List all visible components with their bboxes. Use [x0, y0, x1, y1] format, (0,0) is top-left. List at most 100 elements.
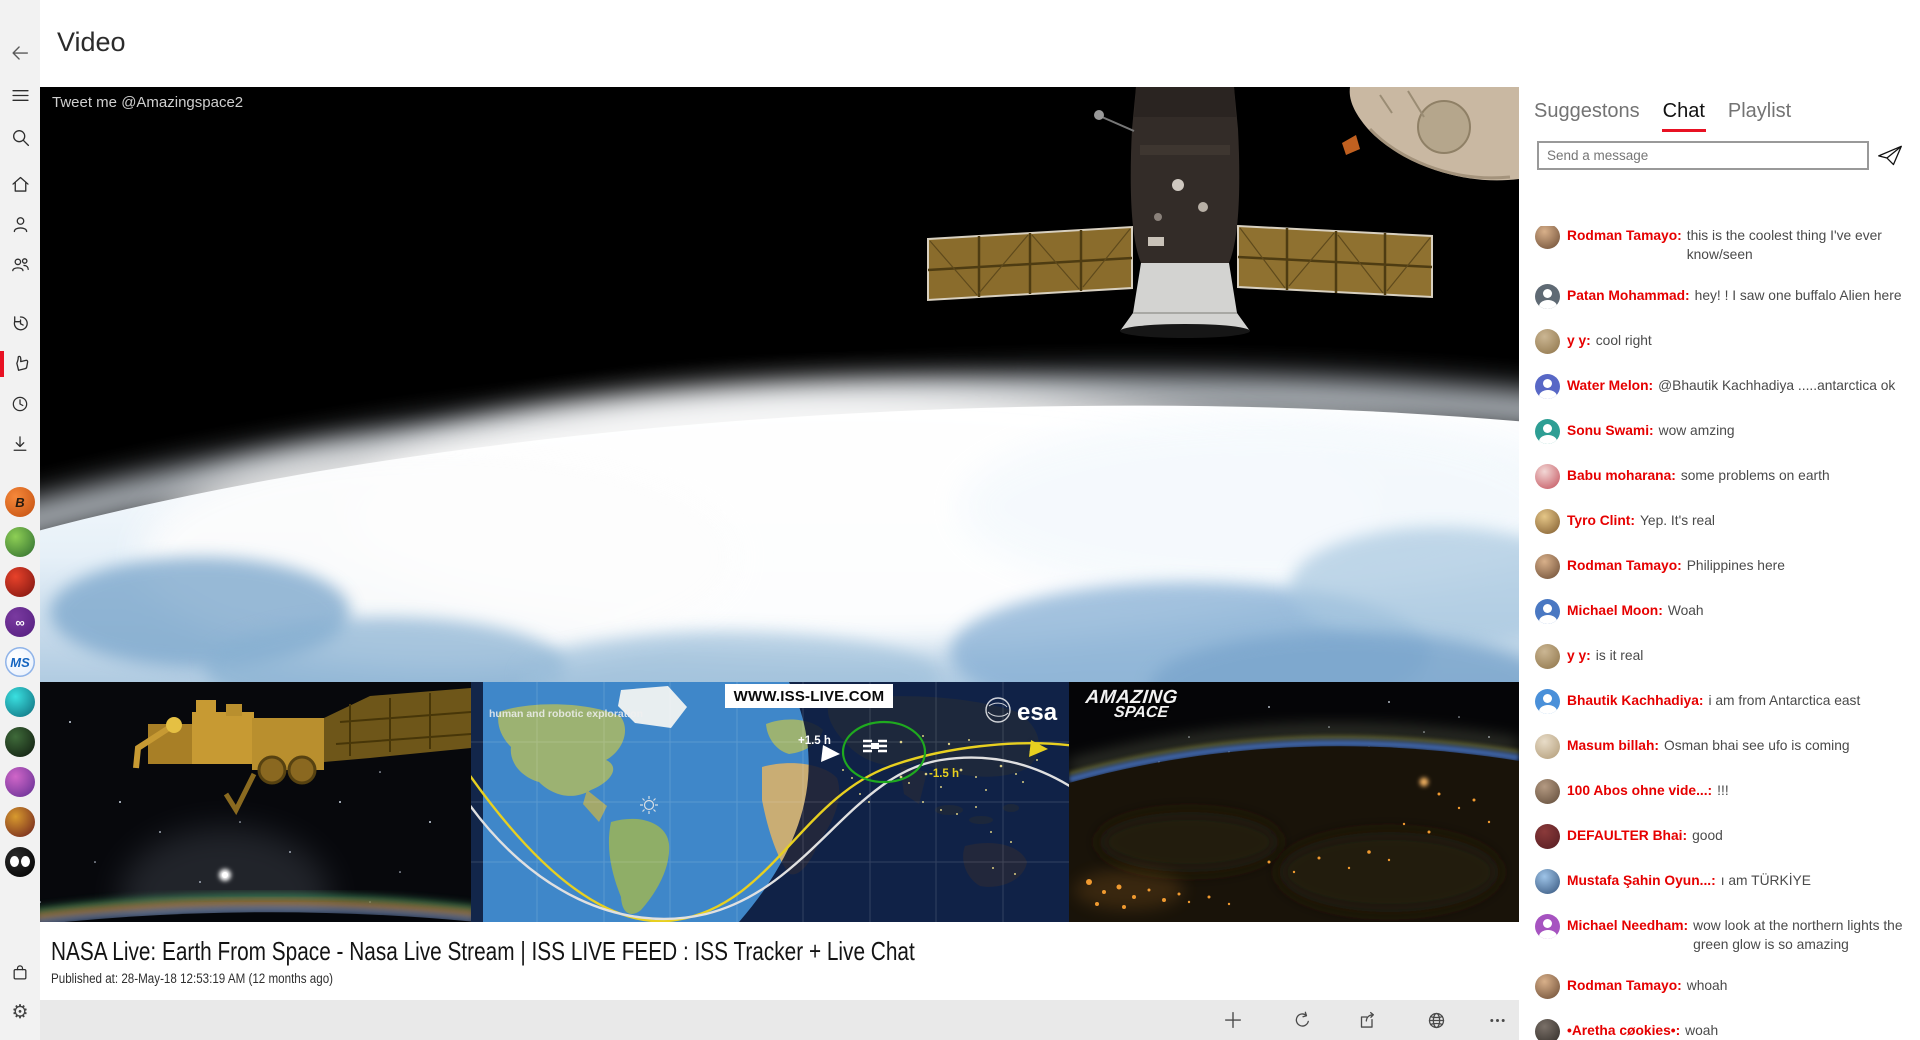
send-message-button[interactable]: [1871, 138, 1909, 172]
bag-icon: [10, 963, 30, 983]
chat-username: DEFAULTER Bhai:: [1567, 826, 1687, 845]
chat-message: Rodman Tamayo: whoah: [1535, 976, 1911, 999]
channel-avatar-icon[interactable]: [5, 527, 35, 557]
tab-suggestions[interactable]: Suggestons: [1534, 100, 1640, 123]
thumb-iss-structure: [40, 682, 471, 922]
chat-avatar: [1535, 689, 1560, 714]
tab-playlist[interactable]: Playlist: [1728, 100, 1791, 123]
globe-icon: [1426, 1010, 1447, 1031]
channel-avatar-icon[interactable]: [5, 727, 35, 757]
sidebar-item-history[interactable]: [0, 303, 40, 343]
chat-username: Rodman Tamayo:: [1567, 976, 1682, 995]
chat-message: Masum billah: Osman bhai see ufo is comi…: [1535, 736, 1911, 759]
chat-avatar: [1535, 914, 1560, 939]
chat-text: some problems on earth: [1676, 466, 1911, 485]
chat-username: Tyro Clint:: [1567, 511, 1635, 530]
chat-text: Osman bhai see ufo is coming: [1659, 736, 1911, 755]
channel-avatar-icon[interactable]: [5, 687, 35, 717]
channel-avatar-icon[interactable]: MS: [5, 647, 35, 677]
chat-avatar: [1535, 824, 1560, 849]
sidebar-item-settings[interactable]: ⚙: [0, 992, 40, 1032]
chat-text: hey! ! I saw one buffalo Alien here: [1690, 286, 1911, 305]
sidebar-item-downloads[interactable]: [0, 424, 40, 464]
chat-username: •Aretha cøokies•:: [1567, 1021, 1680, 1040]
sidebar-item-subscriptions[interactable]: [0, 244, 40, 284]
chat-text: is it real: [1591, 646, 1911, 665]
hamburger-icon: [10, 85, 31, 106]
chat-message: y y: is it real: [1535, 646, 1911, 669]
chat-username: Mustafa Şahin Oyun...:: [1567, 871, 1716, 890]
back-icon: [9, 42, 31, 64]
ellipsis-icon: [1487, 1010, 1508, 1031]
tab-chat[interactable]: Chat: [1663, 100, 1705, 123]
thumb-iss-tracker-map: human and robotic exploration esa +1.5 h…: [471, 682, 1069, 922]
chat-text: wow amzing: [1654, 421, 1911, 440]
chat-username: 100 Abos ohne vide...:: [1567, 781, 1712, 800]
thumbs-up-icon: [10, 353, 31, 374]
sidebar-item-likes[interactable]: [0, 343, 40, 383]
share-icon: [1358, 1010, 1379, 1031]
chat-message-list[interactable]: Rodman Tamayo: this is the coolest thing…: [1535, 226, 1911, 1040]
chat-avatar: [1535, 974, 1560, 999]
sidebar-item-purchases[interactable]: [0, 953, 40, 993]
sidebar-item-home[interactable]: [0, 164, 40, 204]
chat-message: Tyro Clint: Yep. It's real: [1535, 511, 1911, 534]
chat-message-input[interactable]: [1537, 141, 1869, 170]
chat-username: Babu moharana:: [1567, 466, 1676, 485]
channel-avatar-icon[interactable]: ∞: [5, 607, 35, 637]
iss-live-url-banner: WWW.ISS-LIVE.COM: [725, 684, 893, 708]
chat-message: Patan Mohammad: hey! ! I saw one buffalo…: [1535, 286, 1911, 309]
video-overlay-text: Tweet me @Amazingspace2: [52, 94, 243, 111]
clock-icon: [10, 394, 30, 414]
chat-text: this is the coolest thing I've ever know…: [1682, 226, 1911, 264]
chat-text: woah: [1680, 1021, 1911, 1040]
more-options-button[interactable]: [1477, 1000, 1517, 1040]
chat-text: wow look at the northern lights the gree…: [1688, 916, 1911, 954]
chat-avatar: [1535, 869, 1560, 894]
chat-message: Mustafa Şahin Oyun...: ı am TÜRKİYE: [1535, 871, 1911, 894]
chat-text: ı am TÜRKİYE: [1716, 871, 1911, 890]
chat-username: y y:: [1567, 646, 1591, 665]
chat-avatar: [1535, 554, 1560, 579]
sidebar-item-watch-later[interactable]: [0, 384, 40, 424]
chat-text: whoah: [1682, 976, 1911, 995]
sidebar-item-menu[interactable]: [0, 75, 40, 115]
esa-tagline: human and robotic exploration: [489, 708, 643, 720]
refresh-button[interactable]: [1282, 1000, 1322, 1040]
video-player[interactable]: Tweet me @Amazingspace2: [40, 87, 1519, 922]
open-in-browser-button[interactable]: [1416, 1000, 1456, 1040]
chat-username: Michael Needham:: [1567, 916, 1688, 935]
send-icon: [1877, 142, 1903, 168]
chat-avatar: [1535, 226, 1560, 249]
chat-avatar: [1535, 509, 1560, 534]
chat-text: i am from Antarctica east: [1703, 691, 1911, 710]
channel-avatar-icon[interactable]: [5, 567, 35, 597]
chat-message: Water Melon: @Bhautik Kachhadiya .....an…: [1535, 376, 1911, 399]
chat-username: Water Melon:: [1567, 376, 1653, 395]
sidebar-item-profile[interactable]: [0, 204, 40, 244]
gear-icon: ⚙: [11, 1001, 28, 1023]
panel-tabs: Suggestons Chat Playlist: [1534, 100, 1791, 123]
plus-icon: [1222, 1009, 1244, 1031]
chat-message: Bhautik Kachhadiya: i am from Antarctica…: [1535, 691, 1911, 714]
back-button[interactable]: [0, 33, 40, 73]
chat-text: @Bhautik Kachhadiya .....antarctica ok: [1653, 376, 1911, 395]
channel-avatar-icon[interactable]: [5, 767, 35, 797]
orbit-ahead-label: +1.5 h: [798, 735, 831, 747]
chat-avatar: [1535, 419, 1560, 444]
chat-avatar: [1535, 374, 1560, 399]
share-button[interactable]: [1348, 1000, 1388, 1040]
channel-avatar-icon[interactable]: B: [5, 487, 35, 517]
video-title: NASA Live: Earth From Space - Nasa Live …: [51, 936, 915, 967]
chat-message: 100 Abos ohne vide...: !!!: [1535, 781, 1911, 804]
chat-text: !!!: [1712, 781, 1911, 800]
amazing-space-logo: AMAZING SPACE: [1083, 688, 1179, 721]
sidebar-item-search[interactable]: [0, 117, 40, 157]
chat-username: y y:: [1567, 331, 1591, 350]
channel-avatar-icon[interactable]: [5, 807, 35, 837]
chat-avatar: [1535, 599, 1560, 624]
add-to-playlist-button[interactable]: [1213, 1000, 1253, 1040]
page-title: Video: [57, 27, 126, 58]
channel-avatar-icon[interactable]: [5, 847, 35, 877]
chat-panel: Suggestons Chat Playlist Rodman Tamayo: …: [1519, 0, 1920, 1040]
